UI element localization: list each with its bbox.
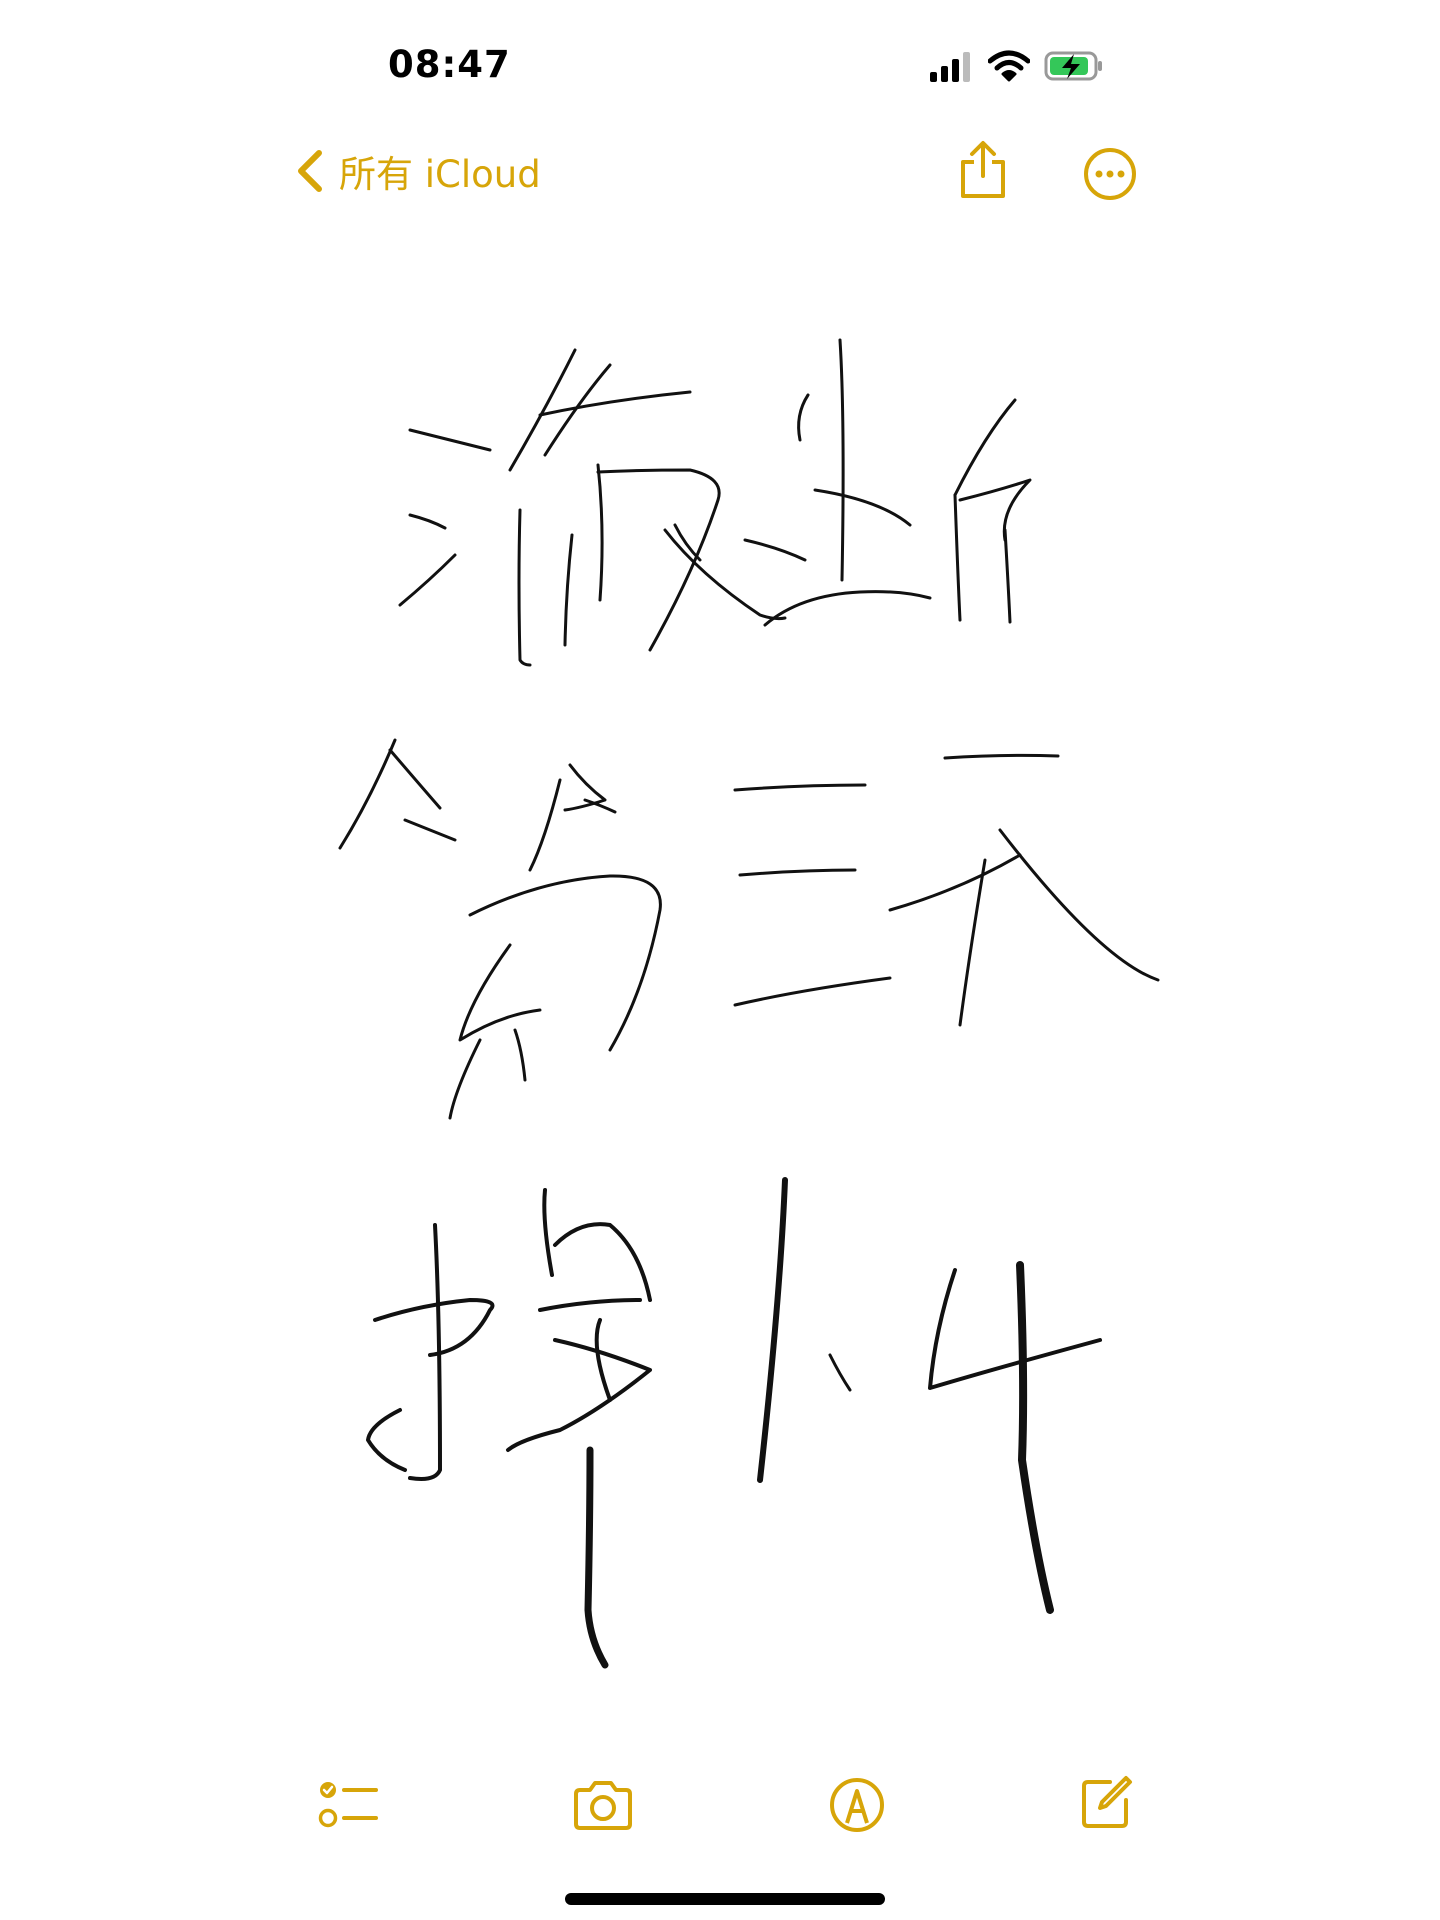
handwriting-line-3: [366, 1177, 1102, 1669]
battery-charging-icon: [1044, 51, 1102, 81]
status-time: 08:47: [388, 43, 511, 86]
back-button[interactable]: 所有 iCloud: [295, 145, 541, 197]
cellular-signal-icon: [930, 52, 970, 82]
markup-pen-icon: [830, 1778, 884, 1832]
compose-button[interactable]: [1080, 1774, 1134, 1830]
handwriting-line-2: [338, 738, 1160, 1120]
camera-icon: [574, 1781, 632, 1830]
camera-button[interactable]: [572, 1778, 634, 1832]
share-button[interactable]: [955, 140, 1011, 200]
checklist-button[interactable]: [318, 1780, 380, 1830]
ellipsis-circle-icon: [1084, 148, 1136, 200]
home-indicator[interactable]: [565, 1893, 885, 1905]
more-button[interactable]: [1083, 147, 1137, 201]
chevron-left-icon: [298, 150, 322, 192]
handwritten-drawing[interactable]: [320, 320, 1180, 1700]
markup-button[interactable]: [829, 1777, 885, 1833]
share-icon: [961, 141, 1005, 198]
back-label: 所有 iCloud: [339, 153, 541, 196]
compose-icon: [1082, 1776, 1132, 1828]
wifi-icon: [988, 50, 1030, 82]
handwriting-line-1: [398, 338, 1032, 667]
checklist-icon: [318, 1782, 378, 1828]
